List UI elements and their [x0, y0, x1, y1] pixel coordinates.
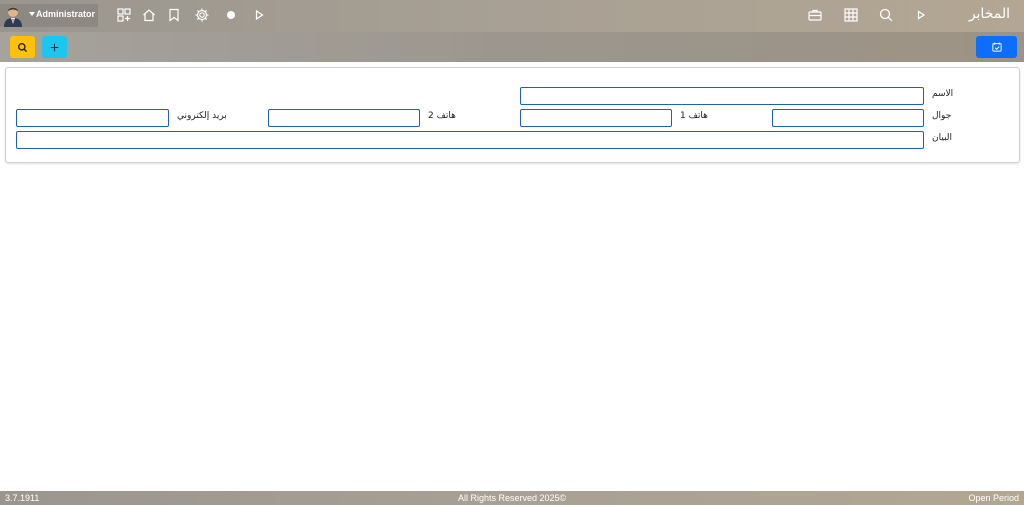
search-icon[interactable] — [878, 7, 894, 23]
apps-icon[interactable] — [116, 7, 132, 23]
grid-icon[interactable] — [843, 7, 859, 23]
calendar-check-icon — [991, 42, 1002, 52]
save-button[interactable] — [976, 36, 1017, 58]
statement-field[interactable] — [16, 131, 924, 149]
phone1-label: هاتف 1 — [680, 111, 708, 121]
email-field[interactable] — [16, 109, 169, 127]
action-toolbar — [0, 32, 1024, 62]
avatar — [4, 7, 22, 27]
search-button[interactable] — [10, 36, 35, 58]
app-title: المخابر — [968, 6, 1010, 22]
phone2-field[interactable] — [268, 109, 420, 127]
play-icon[interactable] — [251, 7, 267, 23]
phone2-label: هاتف 2 — [428, 111, 456, 121]
chevron-down-icon — [29, 12, 35, 16]
mobile-field[interactable] — [772, 109, 924, 127]
play-icon[interactable] — [913, 7, 929, 23]
gear-icon[interactable] — [194, 7, 210, 23]
record-dot-icon[interactable] — [223, 7, 239, 23]
plus-icon — [50, 43, 59, 51]
period-status: Open Period — [968, 493, 1019, 503]
home-icon[interactable] — [141, 7, 157, 23]
phone1-field[interactable] — [520, 109, 672, 127]
bookmark-icon[interactable] — [166, 7, 182, 23]
search-icon — [18, 42, 28, 52]
version-text: 3.7.1911 — [5, 493, 40, 503]
briefcase-icon[interactable] — [807, 7, 823, 23]
mobile-label: جوال — [932, 111, 952, 121]
user-name: Administrator — [36, 9, 96, 19]
name-field[interactable] — [520, 87, 924, 105]
copyright-text: All Rights Reserved 2025© — [458, 493, 567, 503]
status-bar: 3.7.1911 All Rights Reserved 2025© Open … — [0, 491, 1024, 505]
name-label: الاسم — [932, 89, 954, 99]
email-label: بريد إلكتروني — [177, 111, 227, 121]
contact-form: الاسم جوال هاتف 1 هاتف 2 بريد إلكتروني ا… — [5, 67, 1020, 163]
user-menu[interactable]: Administrator — [0, 4, 98, 27]
top-bar: Administrator المخابر — [0, 0, 1024, 32]
statement-label: البيان — [932, 133, 953, 143]
add-button[interactable] — [42, 36, 67, 58]
